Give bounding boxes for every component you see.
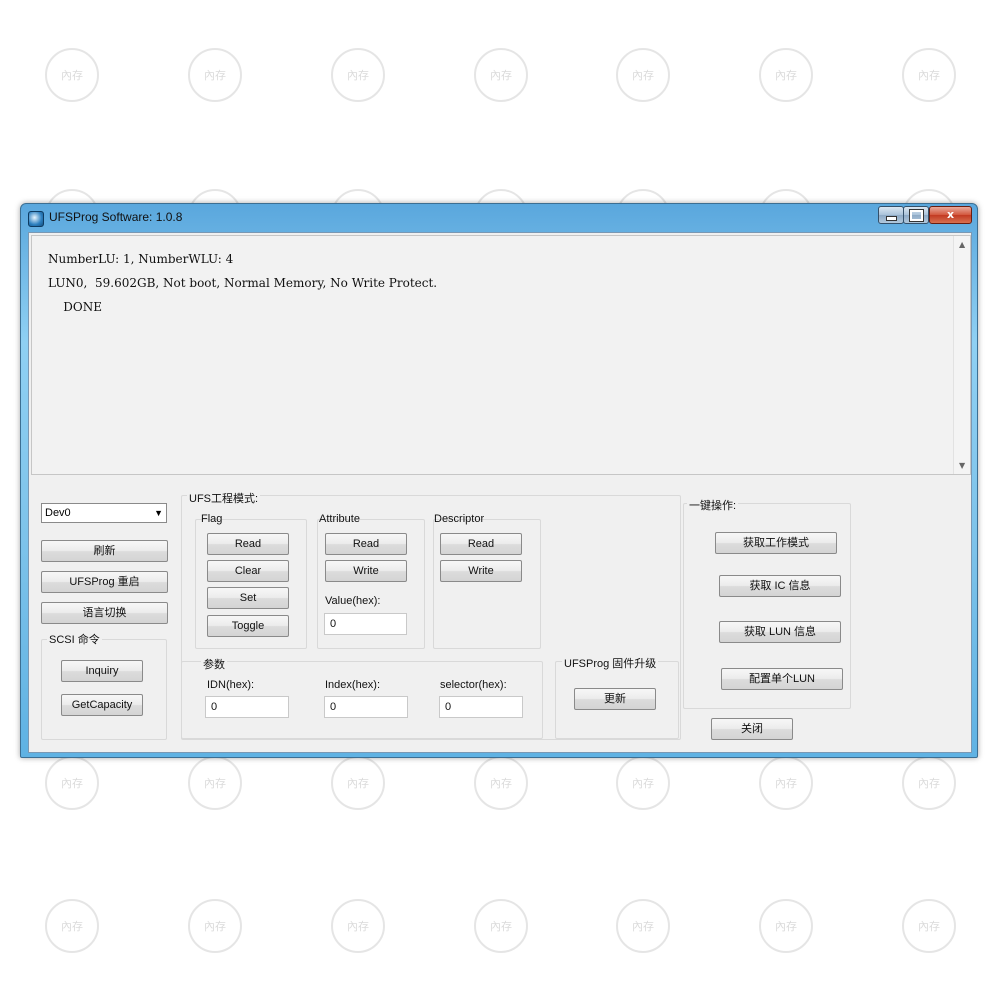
ufs-engineering-label: UFS工程模式:: [187, 490, 261, 506]
index-hex-input[interactable]: 0: [324, 696, 408, 718]
scroll-up-icon[interactable]: ▲: [959, 240, 965, 249]
attribute-label: Attribute: [319, 513, 360, 525]
log-line: NumberLU: 1, NumberWLU: 4: [48, 252, 234, 266]
language-switch-button[interactable]: 语言切换: [41, 602, 168, 624]
log-line: LUN0, 59.602GB, Not boot, Normal Memory,…: [48, 276, 438, 290]
log-line: DONE: [48, 300, 102, 314]
scsi-group: [41, 639, 167, 740]
get-work-mode-button[interactable]: 获取工作模式: [715, 532, 837, 554]
chevron-down-icon: ▼: [154, 508, 163, 518]
close-icon: x: [946, 208, 955, 221]
watermark-stamp: 內存: [331, 48, 385, 102]
refresh-button[interactable]: 刷新: [41, 540, 168, 562]
device-select[interactable]: Dev0 ▼: [41, 503, 167, 523]
watermark-stamp: 內存: [188, 899, 242, 953]
firmware-label: UFSProg 固件升级: [562, 655, 659, 671]
watermark-stamp: 內存: [616, 899, 670, 953]
get-capacity-button[interactable]: GetCapacity: [61, 694, 143, 716]
maximize-button[interactable]: [903, 206, 929, 224]
inquiry-button[interactable]: Inquiry: [61, 660, 143, 682]
firmware-update-button[interactable]: 更新: [574, 688, 656, 710]
watermark-stamp: 內存: [759, 48, 813, 102]
descriptor-write-button[interactable]: Write: [440, 560, 522, 582]
watermark-stamp: 內存: [902, 48, 956, 102]
watermark-stamp: 內存: [331, 756, 385, 810]
selector-hex-input[interactable]: 0: [439, 696, 523, 718]
minimize-button[interactable]: [878, 206, 904, 224]
attribute-read-button[interactable]: Read: [325, 533, 407, 555]
value-hex-label: Value(hex):: [325, 595, 381, 607]
descriptor-read-button[interactable]: Read: [440, 533, 522, 555]
close-button[interactable]: x: [929, 206, 972, 224]
watermark-stamp: 內存: [331, 899, 385, 953]
watermark-stamp: 內存: [759, 899, 813, 953]
window-title: UFSProg Software: 1.0.8: [49, 210, 183, 224]
one-click-label: 一键操作:: [687, 497, 739, 513]
watermark-stamp: 內存: [759, 756, 813, 810]
device-select-value: Dev0: [45, 507, 71, 519]
flag-read-button[interactable]: Read: [207, 533, 289, 555]
watermark-stamp: 內存: [474, 48, 528, 102]
close-dialog-button[interactable]: 关闭: [711, 718, 793, 740]
watermark-stamp: 內存: [902, 899, 956, 953]
restart-button[interactable]: UFSProg 重启: [41, 571, 168, 593]
idn-hex-label: IDN(hex):: [207, 679, 255, 691]
attribute-write-button[interactable]: Write: [325, 560, 407, 582]
scsi-group-label: SCSI 命令: [47, 631, 102, 647]
get-ic-info-button[interactable]: 获取 IC 信息: [719, 575, 841, 597]
watermark-stamp: 內存: [902, 756, 956, 810]
client-area: NumberLU: 1, NumberWLU: 4 LUN0, 59.602GB…: [28, 232, 972, 753]
flag-toggle-button[interactable]: Toggle: [207, 615, 289, 637]
config-single-lun-button[interactable]: 配置单个LUN: [721, 668, 843, 690]
minimize-icon: [885, 216, 897, 221]
flag-clear-button[interactable]: Clear: [207, 560, 289, 582]
scroll-down-icon[interactable]: ▼: [959, 461, 965, 470]
descriptor-label: Descriptor: [434, 513, 485, 525]
watermark-stamp: 內存: [45, 48, 99, 102]
watermark-stamp: 內存: [474, 756, 528, 810]
get-lun-info-button[interactable]: 获取 LUN 信息: [719, 621, 841, 643]
value-hex-input[interactable]: 0: [324, 613, 407, 635]
index-hex-label: Index(hex):: [325, 679, 381, 691]
watermark-stamp: 內存: [188, 756, 242, 810]
watermark-stamp: 內存: [45, 756, 99, 810]
watermark-stamp: 內存: [616, 48, 670, 102]
watermark-stamp: 內存: [188, 48, 242, 102]
watermark-stamp: 內存: [45, 899, 99, 953]
watermark-stamp: 內存: [616, 756, 670, 810]
flag-label: Flag: [201, 513, 223, 525]
idn-hex-input[interactable]: 0: [205, 696, 289, 718]
watermark-stamp: 內存: [474, 899, 528, 953]
log-scrollbar[interactable]: ▲ ▼: [953, 236, 970, 474]
selector-hex-label: selector(hex):: [440, 679, 507, 691]
maximize-icon: [908, 209, 924, 222]
flag-set-button[interactable]: Set: [207, 587, 289, 609]
params-label: 参数: [201, 656, 227, 672]
app-window: UFSProg Software: 1.0.8 x NumberLU: 1, N…: [20, 203, 978, 758]
log-output[interactable]: NumberLU: 1, NumberWLU: 4 LUN0, 59.602GB…: [31, 235, 971, 475]
app-icon: [28, 211, 44, 227]
